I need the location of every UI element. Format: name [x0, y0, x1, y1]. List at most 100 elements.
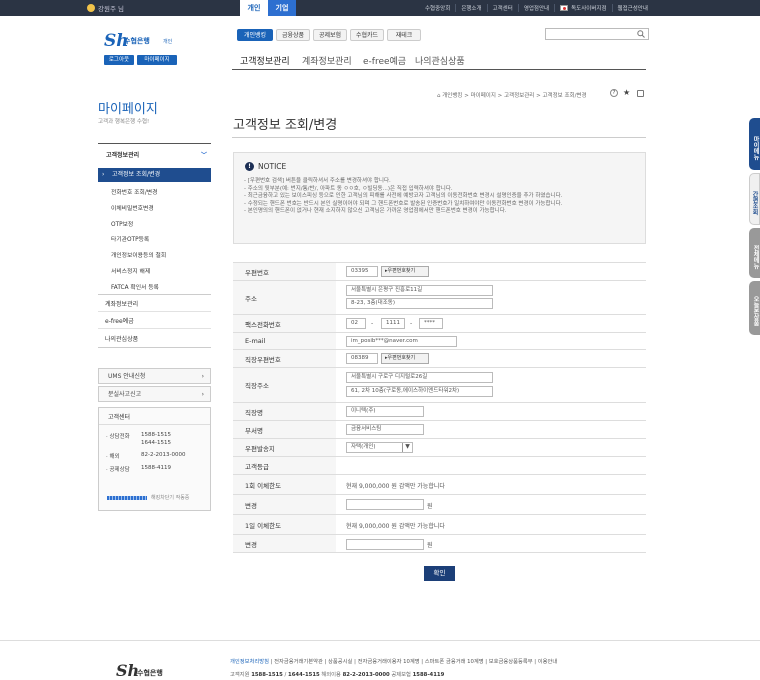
- breadcrumb-text: 개인뱅킹 > 마이페이지 > 고객정보관리 > 고객정보 조회/변경: [442, 93, 587, 99]
- top-bar: 강원주 님 개인 기업 수협중앙회 은행소개 고객센터 영업점안내 독도사이버지…: [0, 0, 760, 16]
- sidebar-desc: 고객과 행복은행 수협!: [98, 119, 150, 125]
- company-input[interactable]: 이니텍(주): [346, 406, 424, 417]
- category-card[interactable]: 수협카드: [350, 29, 384, 41]
- footer-logo-name: 수협은행: [137, 669, 163, 677]
- work-zip-search-button[interactable]: ▸우편번호찾기: [381, 353, 429, 364]
- row-once-change: 변경 원: [233, 494, 646, 514]
- address-line2[interactable]: 8-23, 3층(대조동): [346, 298, 493, 309]
- gnb-interest[interactable]: 나의관심상품: [415, 54, 465, 67]
- daily-limit-label: 1일 이체한도: [233, 515, 336, 534]
- work-address-label: 직장주소: [233, 368, 336, 402]
- zip-search-button[interactable]: ▸우편번호찾기: [381, 266, 429, 277]
- category-invest[interactable]: 재테크: [387, 29, 421, 41]
- footer-link-privacy[interactable]: 개인정보처리방침: [230, 659, 269, 665]
- row-dept: 부서명 금융서비스팀: [233, 420, 646, 438]
- breadcrumb: ⌂ 개인뱅킹 > 마이페이지 > 고객정보관리 > 고객정보 조회/변경: [437, 91, 587, 99]
- home-icon[interactable]: ⌂: [437, 93, 441, 99]
- footer-link-guide[interactable]: 이용안내: [538, 659, 558, 665]
- sidebar-sub-suspend[interactable]: 서비스정지 해제: [111, 265, 211, 281]
- row-mail: 우편발송지 자택(개인) ▼: [233, 438, 646, 456]
- notice-item: - 최근금융하고 있는 보이스피싱 등으로 인한 고객님의 피해를 사전에 예방…: [244, 193, 563, 200]
- sidebar-sub-password[interactable]: 이체비밀번호변경: [111, 202, 211, 218]
- sidebar-divider: [98, 294, 211, 295]
- tab-personal[interactable]: 개인: [240, 0, 268, 16]
- center-insure: 1588-4119: [141, 465, 171, 471]
- confirm-button[interactable]: 확인: [424, 566, 455, 581]
- sidebar-sub-privacy[interactable]: 개인정보이용등의 철회: [111, 249, 211, 265]
- quick-ums[interactable]: UMS 안내신청 ›: [98, 368, 211, 384]
- logo-sub: 개인: [163, 39, 173, 45]
- once-limit-text: 현재 9,000,000 원 감액만 가능합니다: [346, 483, 445, 490]
- work-address-line2[interactable]: 61, 2차 10층(구로동,에이스하이엔드타워2차): [346, 386, 493, 397]
- email-input[interactable]: im_posib***@naver.com: [346, 336, 457, 347]
- work-zip-input[interactable]: 08389: [346, 353, 378, 364]
- search-icon[interactable]: [637, 30, 645, 38]
- link-customer-center[interactable]: 고객센터: [486, 4, 518, 12]
- gnb-customer-info[interactable]: 고객정보관리: [240, 54, 290, 67]
- sidebar-section-label: 고객정보관리: [106, 152, 140, 159]
- link-dokdo[interactable]: 독도사이버지점: [554, 4, 611, 12]
- sidebar-item-active[interactable]: › 고객정보 조회/변경: [98, 168, 211, 182]
- footer-link-terms[interactable]: 전자금융거래기본약관: [274, 659, 323, 665]
- footer-link-disclosure[interactable]: 상품공시실: [328, 659, 352, 665]
- star-icon[interactable]: ★: [623, 88, 630, 97]
- address-line1[interactable]: 서울특별시 은평구 진흥로11길: [346, 285, 493, 296]
- gnb-account-info[interactable]: 계좌정보관리: [302, 54, 352, 67]
- sidebar-item-account[interactable]: 계좌정보관리: [98, 299, 211, 308]
- quick-loss-report[interactable]: 분실사고신고 ›: [98, 386, 211, 402]
- work-address-line1[interactable]: 서울특별시 구로구 디지털로26길: [346, 372, 493, 383]
- daily-change-label: 변경: [233, 535, 336, 552]
- link-accessibility[interactable]: 웹접근성안내: [611, 4, 653, 12]
- logo-name[interactable]: 수협은행: [124, 36, 150, 46]
- quick-ums-label: UMS 안내신청: [108, 373, 146, 380]
- sidebar-item-efree[interactable]: e-free예금: [98, 316, 211, 325]
- category-insurance[interactable]: 공제보험: [313, 29, 347, 41]
- link-about[interactable]: 은행소개: [455, 4, 486, 12]
- once-change-input[interactable]: [346, 499, 424, 510]
- sidebar-section-divider: [98, 143, 211, 144]
- fax-last-input[interactable]: ****: [419, 318, 443, 329]
- sidebar-sub-otp[interactable]: OTP보정: [111, 218, 211, 234]
- link-branch[interactable]: 영업점안내: [517, 4, 554, 12]
- sidebar-sub-phone[interactable]: 전화번호 조회/변경: [111, 186, 211, 202]
- logout-button[interactable]: 로그아웃: [104, 55, 134, 65]
- fax-label: 팩스전화번호: [233, 315, 336, 332]
- user-greeting: 강원주 님: [98, 5, 124, 13]
- user-icon: [87, 4, 95, 12]
- tab-business[interactable]: 기업: [268, 0, 296, 16]
- right-tab-all-menu[interactable]: 전체메뉴: [749, 228, 760, 278]
- print-icon[interactable]: [637, 90, 644, 97]
- mail-select[interactable]: 자택(개인) ▼: [346, 442, 413, 453]
- category-personal-banking[interactable]: 개인뱅킹: [237, 29, 273, 41]
- daily-change-input[interactable]: [346, 539, 424, 550]
- sidebar-item-interest[interactable]: 나의관심상품: [98, 334, 211, 343]
- right-tab-mymenu[interactable]: 마이메뉴: [749, 118, 760, 170]
- work-zip-label: 직장우편번호: [233, 350, 336, 367]
- search-input[interactable]: [545, 28, 649, 40]
- company-label: 직장명: [233, 403, 336, 420]
- fax-area-input[interactable]: 02: [346, 318, 366, 329]
- chevron-right-icon: ›: [201, 373, 204, 380]
- notice-item: - 본인명의의 핸드폰이 없거나 현재 소지하지 않으신 고객님은 가까운 영업…: [244, 208, 507, 215]
- help-icon[interactable]: ?: [610, 89, 618, 97]
- footer: Sh 수협은행 개인정보처리방침 | 전자금융거래기본약관 | 상품공시실 | …: [0, 640, 760, 680]
- zip-input[interactable]: 03395: [346, 266, 378, 277]
- right-tab-quick-view[interactable]: 간편조회: [749, 173, 760, 225]
- category-products[interactable]: 금융상품: [276, 29, 310, 41]
- row-daily-limit: 1일 이체한도 현재 9,000,000 원 감액만 가능합니다: [233, 514, 646, 534]
- link-federation[interactable]: 수협중앙회: [420, 4, 455, 12]
- dept-input[interactable]: 금융서비스팀: [346, 424, 424, 435]
- sidebar-item-customer-info[interactable]: 고객정보관리 ﹀: [98, 150, 211, 164]
- fax-mid-input[interactable]: 1111: [381, 318, 405, 329]
- footer-link-smartphone[interactable]: 스마트폰 금융거래 10계명: [425, 659, 484, 665]
- mypage-button[interactable]: 마이페이지: [137, 55, 177, 65]
- footer-link-rules[interactable]: 전자금융거래이용자 10계명: [358, 659, 420, 665]
- sidebar-sub-other-otp[interactable]: 타기관OTP등록: [111, 233, 211, 249]
- right-tab-recent[interactable]: 오늘본상품: [749, 281, 760, 335]
- footer-link-protect[interactable]: 보호금융상품등록부: [489, 659, 533, 665]
- gnb-efree[interactable]: e-free예금: [363, 54, 406, 67]
- grade-label: 고객등급: [233, 457, 336, 474]
- center-insure-label: · 공제상담: [106, 467, 130, 473]
- notice-title: NOTICE: [258, 162, 287, 171]
- notice-item: - [우편번호 검색] 버튼을 클릭하셔서 주소를 변경하셔야 합니다.: [244, 178, 391, 184]
